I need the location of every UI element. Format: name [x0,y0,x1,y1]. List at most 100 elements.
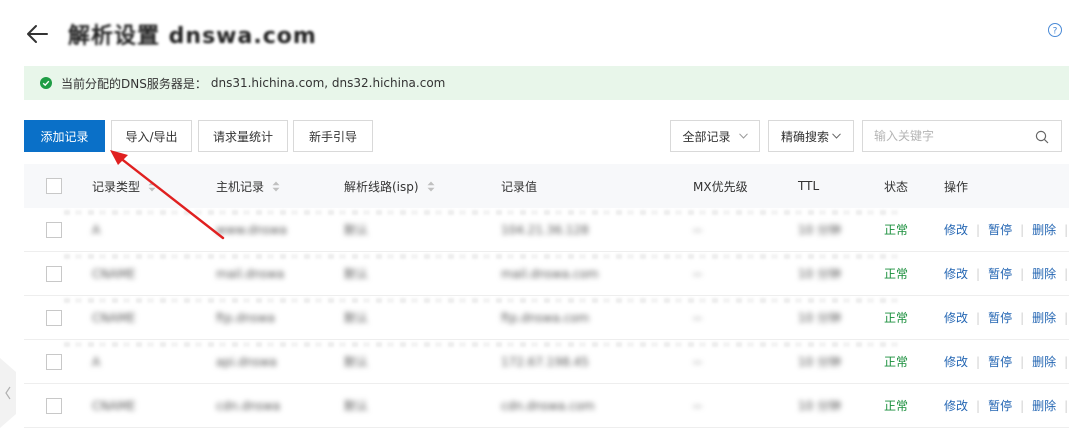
row-operations: 修改 | 暂停 | 删除 | [944,353,1069,370]
dns-server-list: dns31.hichina.com, dns32.hichina.com [210,76,446,90]
pause-link[interactable]: 暂停 [988,309,1012,326]
status-badge: 正常 [884,355,909,369]
table-row: A api.dnswa 默认 172.67.198.45 -- 10 分钟 正常… [24,340,1069,384]
ttl-value: 10 分钟 [798,355,842,369]
check-circle-icon [40,77,52,89]
table-row: CNAME ftp.dnswa 默认 ftp.dnswa.com -- 10 分… [24,296,1069,340]
delete-link[interactable]: 删除 [1032,353,1056,370]
delete-link[interactable]: 删除 [1032,309,1056,326]
status-badge: 正常 [884,399,909,413]
record-value: mail.dnswa.com [501,266,599,281]
pause-link[interactable]: 暂停 [988,397,1012,414]
modify-link[interactable]: 修改 [944,353,968,370]
precise-search-select[interactable]: 精确搜索 [768,120,854,152]
mx-priority: -- [693,398,702,413]
row-checkbox[interactable] [46,221,62,238]
svg-text:?: ? [1053,26,1058,36]
host-record: cdn.dnswa [216,398,281,413]
col-line[interactable]: 解析线路(isp) [344,164,435,208]
notice-label: 当前分配的DNS服务器是： [61,76,207,91]
row-checkbox[interactable] [46,265,62,282]
status-badge: 正常 [884,311,909,325]
record-type: A [92,354,101,369]
guide-button[interactable]: 新手引导 [293,120,373,152]
sort-icon[interactable] [148,181,156,192]
row-checkbox[interactable] [46,397,62,414]
col-line-label: 解析线路(isp) [344,179,419,194]
col-record-type-label: 记录类型 [92,179,141,194]
import-export-button[interactable]: 导入/导出 [111,120,192,152]
status-badge: 正常 [884,223,909,237]
modify-link[interactable]: 修改 [944,397,968,414]
table-row: CNAME cdn.dnswa 默认 cdn.dnswa.com -- 10 分… [24,384,1069,428]
ttl-value: 10 分钟 [798,267,842,281]
record-value: ftp.dnswa.com [501,310,590,325]
row-operations: 修改 | 暂停 | 删除 | [944,309,1069,326]
status-badge: 正常 [884,267,909,281]
precise-search-label: 精确搜索 [780,129,829,144]
row-checkbox[interactable] [46,353,62,370]
resolution-line: 默认 [344,267,369,281]
records-table: 记录类型 主机记录 解析线路(isp) 记录值 MX优先级 TTL 状态 操作 … [24,164,1069,428]
delete-link[interactable]: 删除 [1032,397,1056,414]
table-row: A www.dnswa 默认 104.21.36.128 -- 10 分钟 正常… [24,208,1069,252]
col-record-value: 记录值 [501,179,538,194]
sort-icon[interactable] [427,181,435,192]
record-filter-select[interactable]: 全部记录 [670,120,760,152]
table-header: 记录类型 主机记录 解析线路(isp) 记录值 MX优先级 TTL 状态 操作 [24,164,1069,208]
record-value: cdn.dnswa.com [501,398,595,413]
col-host-record-label: 主机记录 [216,179,265,194]
row-operations: 修改 | 暂停 | 删除 | [944,397,1069,414]
page-header: 解析设置 dnswa.com [24,14,317,54]
resolution-line: 默认 [344,223,369,237]
ttl-value: 10 分钟 [798,311,842,325]
host-record: ftp.dnswa [216,310,275,325]
resolution-line: 默认 [344,355,369,369]
resolution-line: 默认 [344,399,369,413]
dns-server-notice: 当前分配的DNS服务器是： dns31.hichina.com, dns32.h… [24,66,1069,100]
add-record-button[interactable]: 添加记录 [24,120,105,152]
sort-icon[interactable] [272,181,280,192]
col-mx-priority: MX优先级 [693,179,748,194]
toolbar: 添加记录 导入/导出 请求量统计 新手引导 全部记录 精确搜索 [24,120,1064,152]
modify-link[interactable]: 修改 [944,265,968,282]
pause-link[interactable]: 暂停 [988,265,1012,282]
table-row: CNAME mail.dnswa 默认 mail.dnswa.com -- 10… [24,252,1069,296]
resolution-line: 默认 [344,311,369,325]
row-checkbox[interactable] [46,309,62,326]
search-input[interactable] [874,129,1034,143]
record-type: CNAME [92,398,136,413]
ttl-value: 10 分钟 [798,223,842,237]
record-value: 172.67.198.45 [501,354,589,369]
host-record: api.dnswa [216,354,277,369]
arrow-left-icon [27,25,48,43]
question-circle-icon[interactable]: ? [1047,22,1063,38]
mx-priority: -- [693,266,702,281]
mx-priority: -- [693,310,702,325]
record-type: CNAME [92,266,136,281]
col-status: 状态 [884,179,909,194]
sidebar-toggle-handle[interactable] [0,358,16,428]
search-icon[interactable] [1035,130,1049,144]
back-button[interactable] [24,21,50,47]
chevron-down-icon [738,133,748,139]
col-host-record[interactable]: 主机记录 [216,164,280,208]
modify-link[interactable]: 修改 [944,309,968,326]
page-title: 解析设置 dnswa.com [68,24,317,49]
delete-link[interactable]: 删除 [1032,265,1056,282]
pause-link[interactable]: 暂停 [988,221,1012,238]
row-operations: 修改 | 暂停 | 删除 | [944,221,1069,238]
mx-priority: -- [693,354,702,369]
col-record-type[interactable]: 记录类型 [92,164,156,208]
select-all-cell [46,164,62,208]
request-stats-button[interactable]: 请求量统计 [198,120,288,152]
col-ttl: TTL [798,179,820,193]
search-box [862,120,1062,152]
host-record: mail.dnswa [216,266,285,281]
delete-link[interactable]: 删除 [1032,221,1056,238]
modify-link[interactable]: 修改 [944,221,968,238]
select-all-checkbox[interactable] [46,178,62,194]
row-operations: 修改 | 暂停 | 删除 | [944,265,1069,282]
record-filter-label: 全部记录 [682,129,731,144]
pause-link[interactable]: 暂停 [988,353,1012,370]
